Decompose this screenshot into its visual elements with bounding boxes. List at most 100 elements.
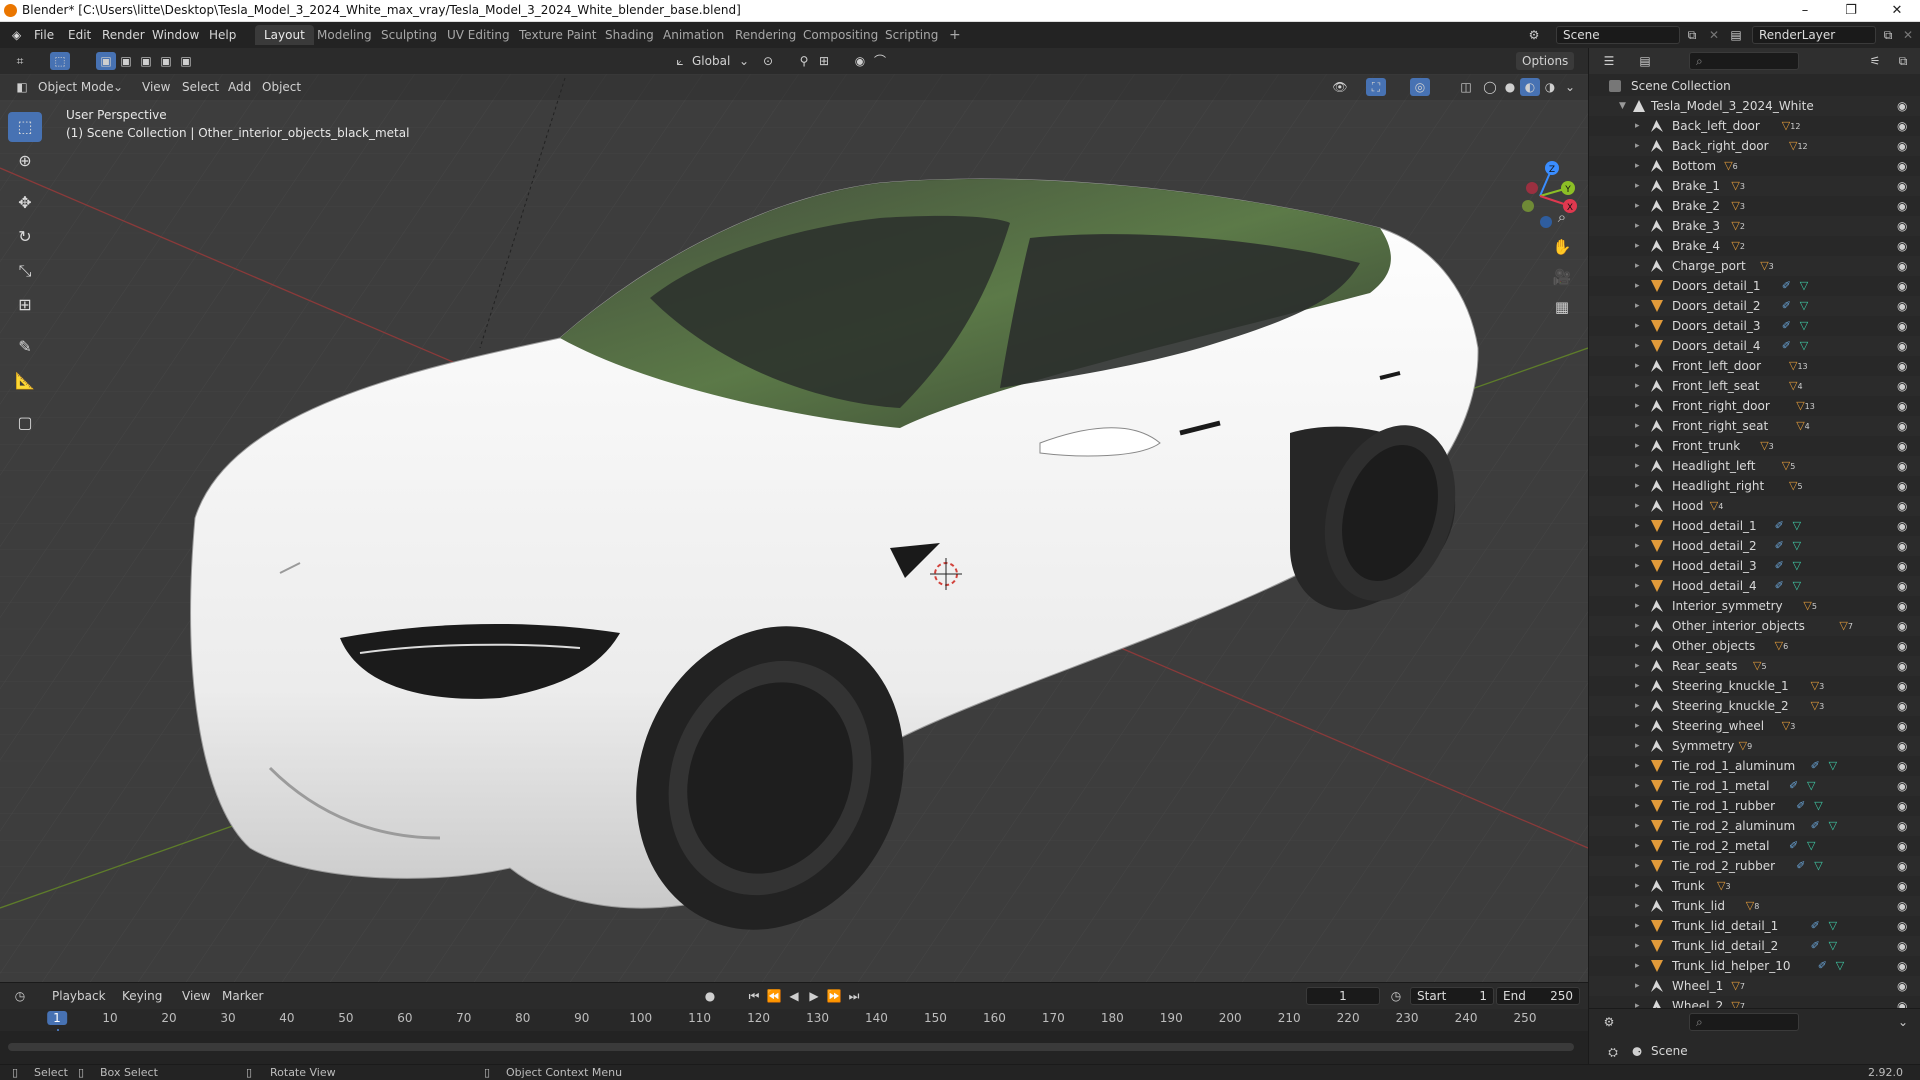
mode-dropdown[interactable]: Object Mode [32, 78, 120, 96]
editor-type-icon[interactable]: ⌗ [10, 52, 30, 70]
options-dropdown[interactable]: Options [1516, 52, 1575, 70]
timeline-ruler[interactable]: 1 10 20 30 40 50 60 70 80 90 100 110 120 130 140 150 160… [0, 1011, 1588, 1063]
overlays-toggle-icon[interactable]: ◎ [1410, 78, 1430, 96]
outliner-item[interactable]: ▸ Steering_wheel ▽3 ◉ [1589, 716, 1920, 736]
children-count-icon[interactable]: ▽4 [1789, 376, 1803, 397]
menu-keying[interactable]: Keying [116, 987, 168, 1005]
expand-arrow-icon[interactable]: ▸ [1635, 356, 1640, 376]
expand-arrow-icon[interactable]: ▸ [1635, 756, 1640, 776]
expand-arrow-icon[interactable]: ▸ [1635, 436, 1640, 456]
outliner-item[interactable]: ▸ Hood ▽4 ◉ [1589, 496, 1920, 516]
modifier-icon[interactable]: ✐ [1782, 276, 1791, 296]
eye-icon[interactable]: ◉ [1897, 596, 1907, 616]
children-count-icon[interactable]: ▽13 [1789, 356, 1808, 377]
children-count-icon[interactable]: ▽6 [1724, 156, 1738, 177]
outliner-search-input[interactable]: ⌕ [1689, 52, 1799, 70]
view-layer-field[interactable]: RenderLayer [1752, 26, 1876, 44]
eye-icon[interactable]: ◉ [1897, 676, 1907, 696]
expand-arrow-icon[interactable]: ▸ [1635, 596, 1640, 616]
mesh-data-icon[interactable]: ▽ [1829, 916, 1837, 936]
pan-hand-icon[interactable]: ✋ [1548, 234, 1576, 260]
eye-icon[interactable]: ◉ [1897, 836, 1907, 856]
expand-arrow-icon[interactable]: ▸ [1635, 676, 1640, 696]
outliner-item[interactable]: ▸ Bottom ▽6 ◉ [1589, 156, 1920, 176]
expand-arrow-icon[interactable]: ▸ [1635, 616, 1640, 636]
outliner-item[interactable]: ▸ Hood_detail_1 ✐ ▽ ◉ [1589, 516, 1920, 536]
children-count-icon[interactable]: ▽7 [1731, 976, 1745, 997]
children-count-icon[interactable]: ▽3 [1731, 196, 1745, 217]
3d-viewport[interactable]: ⌗ ⬚ ▣ ▣ ▣ ▣ ▣ ⟀ Global ⌄ ⊙ ⚲ ⊞ ◉ ⌒ Optio… [0, 48, 1588, 982]
properties-search-input[interactable]: ⌕ [1689, 1013, 1799, 1031]
mesh-data-icon[interactable]: ▽ [1800, 296, 1808, 316]
display-mode-icon[interactable]: ▤ [1635, 52, 1655, 70]
eye-icon[interactable]: ◉ [1897, 316, 1907, 336]
eye-icon[interactable]: ◉ [1897, 516, 1907, 536]
timeline-scrollbar[interactable] [8, 1043, 1574, 1051]
eye-icon[interactable]: ◉ [1897, 256, 1907, 276]
menu-window[interactable]: Window [146, 26, 205, 44]
annotate-tool-icon[interactable]: ✎ [8, 332, 42, 362]
children-count-icon[interactable]: ▽5 [1753, 656, 1767, 677]
modifier-icon[interactable]: ✐ [1796, 856, 1805, 876]
menu-object[interactable]: Object [256, 78, 307, 96]
outliner-item[interactable]: ▸ Interior_symmetry ▽5 ◉ [1589, 596, 1920, 616]
outliner-item[interactable]: ▸ Doors_detail_2 ✐ ▽ ◉ [1589, 296, 1920, 316]
expand-arrow-icon[interactable]: ▸ [1635, 736, 1640, 756]
outliner-item[interactable]: ▸ Other_interior_objects ▽7 ◉ [1589, 616, 1920, 636]
record-icon[interactable]: ● [700, 987, 720, 1005]
eye-icon[interactable]: ◉ [1897, 156, 1907, 176]
current-frame-field[interactable]: 1 [1306, 987, 1380, 1005]
mode-invert-selection-icon[interactable]: ▣ [156, 52, 176, 70]
mesh-data-icon[interactable]: ▽ [1793, 576, 1801, 596]
proportional-editing-icon[interactable]: ◉ [850, 52, 870, 70]
chevron-down-icon[interactable]: ⌄ [1560, 78, 1580, 96]
outliner-item[interactable]: ▸ Other_objects ▽6 ◉ [1589, 636, 1920, 656]
tab-shading[interactable]: Shading [596, 25, 663, 45]
eye-icon[interactable]: ◉ [1897, 216, 1907, 236]
eye-icon[interactable]: ◉ [1897, 956, 1907, 976]
mesh-data-icon[interactable]: ▽ [1814, 856, 1822, 876]
modifier-icon[interactable]: ✐ [1775, 576, 1784, 596]
eye-icon[interactable]: ◉ [1897, 476, 1907, 496]
outliner-item[interactable]: ▸ Wheel_1 ▽7 ◉ [1589, 976, 1920, 996]
gizmo-neg-y[interactable] [1522, 200, 1534, 212]
children-count-icon[interactable]: ▽7 [1839, 616, 1853, 637]
expand-arrow-icon[interactable]: ▸ [1635, 956, 1640, 976]
mode-new-selection-icon[interactable]: ▣ [96, 52, 116, 70]
modifier-icon[interactable]: ✐ [1775, 556, 1784, 576]
menu-playback[interactable]: Playback [46, 987, 112, 1005]
eye-icon[interactable]: ◉ [1897, 496, 1907, 516]
eye-icon[interactable]: ◉ [1897, 656, 1907, 676]
chevron-down-icon[interactable]: ⌄ [108, 78, 128, 96]
outliner-item[interactable]: ▸ Back_right_door ▽12 ◉ [1589, 136, 1920, 156]
move-tool-icon[interactable]: ✥ [8, 188, 42, 218]
new-collection-icon[interactable]: ⧉ [1893, 52, 1913, 70]
expand-arrow-icon[interactable]: ▸ [1635, 316, 1640, 336]
outliner-item[interactable]: ▸ Front_trunk ▽3 ◉ [1589, 436, 1920, 456]
mesh-data-icon[interactable]: ▽ [1800, 316, 1808, 336]
outliner-collection-row[interactable]: ▼ Tesla_Model_3_2024_White ◉ [1589, 96, 1920, 116]
eye-icon[interactable]: ◉ [1897, 416, 1907, 436]
expand-arrow-icon[interactable]: ▸ [1635, 856, 1640, 876]
transform-orientation-dropdown[interactable]: Global [686, 52, 736, 70]
visibility-icon[interactable]: 👁 [1330, 78, 1350, 96]
mesh-data-icon[interactable]: ▽ [1814, 796, 1822, 816]
select-box-tool-icon[interactable]: ⬚ [50, 52, 70, 70]
mesh-data-icon[interactable]: ▽ [1807, 776, 1815, 796]
next-keyframe-icon[interactable]: ⏩ [824, 987, 844, 1005]
menu-select[interactable]: Select [176, 78, 225, 96]
children-count-icon[interactable]: ▽4 [1796, 416, 1810, 437]
children-count-icon[interactable]: ▽13 [1796, 396, 1815, 417]
modifier-icon[interactable]: ✐ [1775, 516, 1784, 536]
rotate-tool-icon[interactable]: ↻ [8, 222, 42, 252]
children-count-icon[interactable]: ▽5 [1789, 476, 1803, 497]
expand-arrow-icon[interactable]: ▸ [1635, 776, 1640, 796]
outliner-item[interactable]: ▸ Tie_rod_1_rubber ✐ ▽ ◉ [1589, 796, 1920, 816]
outliner-item[interactable]: ▸ Front_right_door ▽13 ◉ [1589, 396, 1920, 416]
expand-arrow-icon[interactable]: ▸ [1635, 176, 1640, 196]
outliner-item[interactable]: ▸ Headlight_left ▽5 ◉ [1589, 456, 1920, 476]
menu-marker[interactable]: Marker [216, 987, 269, 1005]
expand-arrow-icon[interactable]: ▸ [1635, 396, 1640, 416]
outliner-item[interactable]: ▸ Trunk ▽3 ◉ [1589, 876, 1920, 896]
children-count-icon[interactable]: ▽3 [1782, 716, 1796, 737]
